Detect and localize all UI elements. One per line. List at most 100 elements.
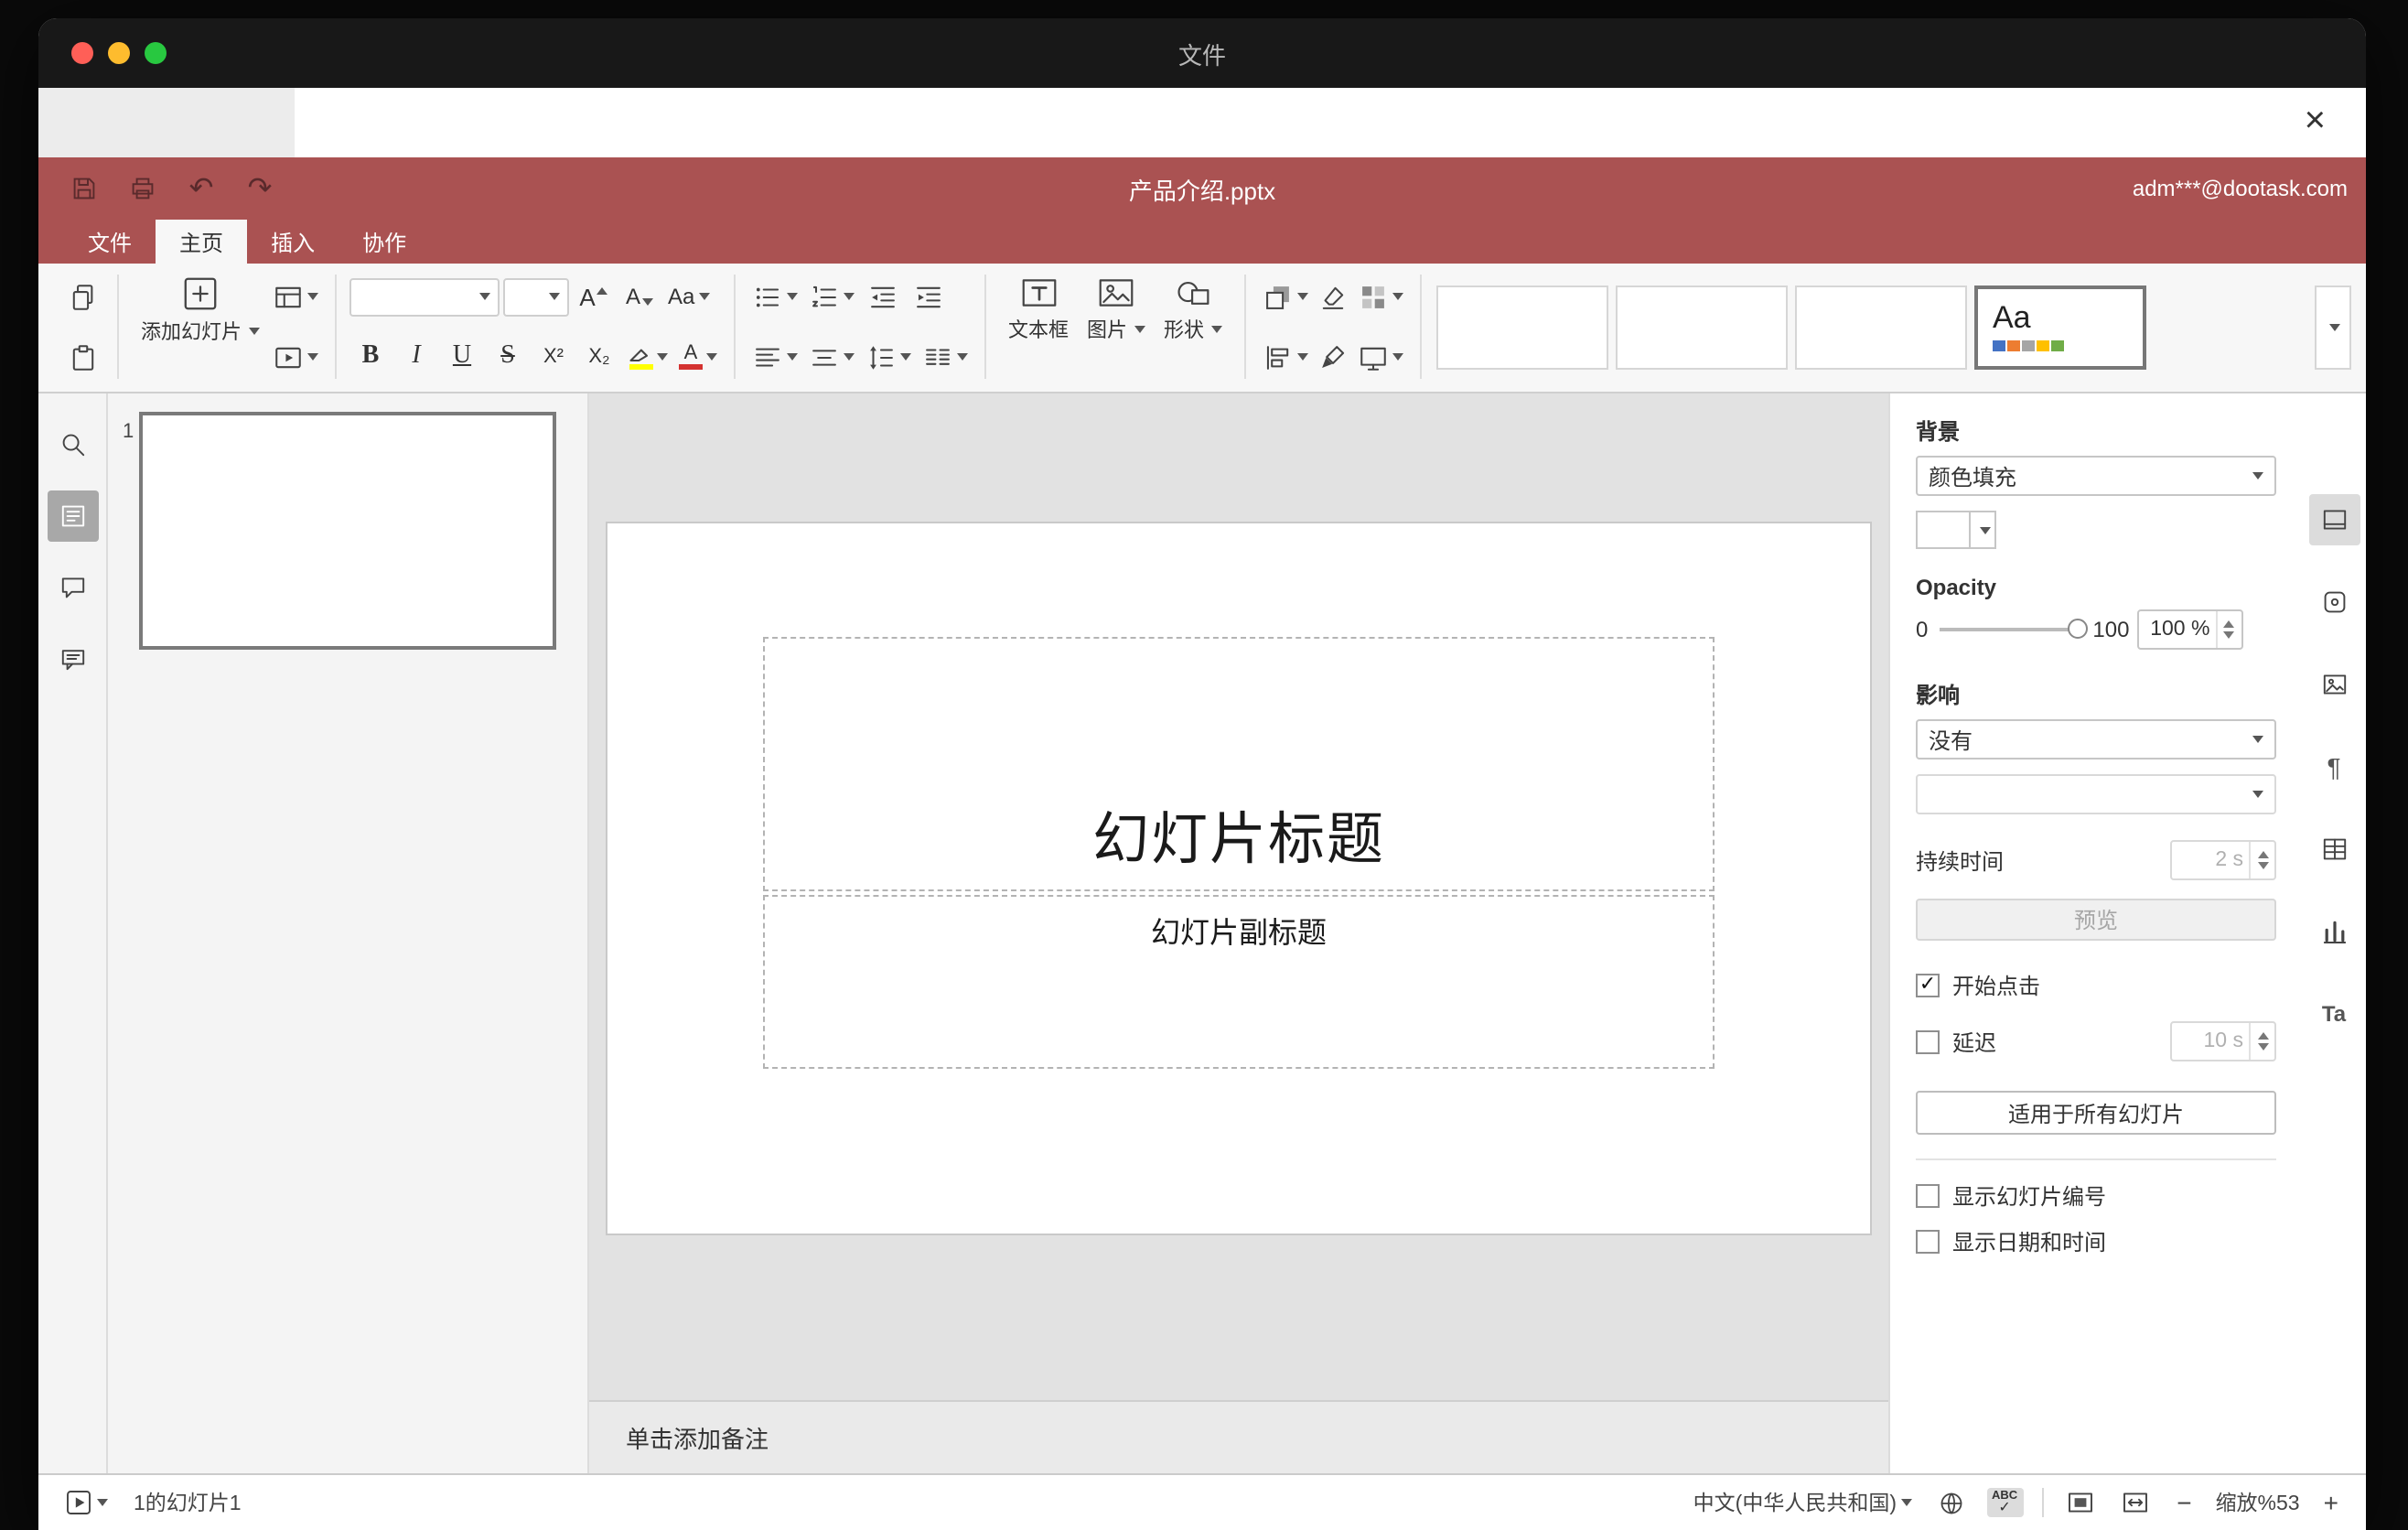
textart-settings-button[interactable]: Ta <box>2308 988 2360 1040</box>
subscript-button[interactable]: X₂ <box>578 334 620 380</box>
theme-thumbnail-selected[interactable]: Aa <box>1974 285 2146 369</box>
slide-layout-button[interactable] <box>269 274 322 319</box>
fit-width-button[interactable] <box>2116 1486 2153 1519</box>
theme-thumbnail[interactable] <box>1436 285 1608 369</box>
spinner-arrows[interactable] <box>2215 611 2241 648</box>
clear-style-button[interactable] <box>1312 274 1354 319</box>
undo-button[interactable]: ↶ <box>185 168 218 209</box>
ribbon-tabs: 文件 主页 插入 协作 <box>38 220 2366 264</box>
vertical-align-button[interactable] <box>805 334 858 380</box>
effect-type-select[interactable] <box>1916 774 2276 814</box>
print-button[interactable] <box>126 168 159 209</box>
background-fill-select[interactable]: 颜色填充 <box>1916 456 2276 496</box>
save-icon <box>73 178 95 199</box>
show-date-checkbox[interactable] <box>1916 1230 1940 1254</box>
table-settings-button[interactable] <box>2308 824 2360 875</box>
show-slide-number-checkbox[interactable] <box>1916 1184 1940 1208</box>
color-scheme-button[interactable] <box>1354 274 1407 319</box>
superscript-button[interactable]: X² <box>532 334 575 380</box>
font-size-combo[interactable] <box>503 277 569 316</box>
theme-thumbnail[interactable] <box>1616 285 1788 369</box>
slides-panel-button[interactable] <box>47 490 98 542</box>
paragraph-settings-button[interactable]: ¶ <box>2308 741 2360 792</box>
font-name-combo[interactable] <box>349 277 500 316</box>
save-button[interactable] <box>68 168 101 209</box>
columns-button[interactable] <box>919 334 972 380</box>
comments-panel-button[interactable] <box>47 562 98 613</box>
tab-collaboration[interactable]: 协作 <box>339 220 430 264</box>
redo-button[interactable]: ↷ <box>243 168 276 209</box>
paste-button[interactable] <box>62 334 104 380</box>
change-case-button[interactable]: Aa <box>664 274 713 319</box>
italic-button[interactable]: I <box>395 334 437 380</box>
horizontal-align-button[interactable] <box>748 334 801 380</box>
decrease-indent-button[interactable] <box>862 274 904 319</box>
spinner-arrows[interactable] <box>2249 842 2274 878</box>
insert-shape-button[interactable]: 形状 <box>1155 269 1231 384</box>
close-icon[interactable]: × <box>2297 95 2333 146</box>
increase-font-button[interactable]: A <box>573 274 615 319</box>
zoom-in-button[interactable]: + <box>2318 1488 2344 1517</box>
tab-file[interactable]: 文件 <box>64 220 156 264</box>
underline-button[interactable]: U <box>441 334 483 380</box>
start-on-click-checkbox[interactable]: ✓ <box>1916 974 1940 997</box>
opacity-slider-knob[interactable] <box>2067 619 2088 639</box>
notes-area[interactable]: 单击添加备注 <box>589 1400 1888 1473</box>
image-settings-button[interactable] <box>2308 659 2360 710</box>
menu-button[interactable] <box>2329 238 2337 245</box>
zoom-window-button[interactable] <box>145 42 167 64</box>
set-language-button[interactable] <box>1933 1487 1968 1518</box>
copy-style-button[interactable] <box>1312 334 1354 380</box>
slide-size-button[interactable] <box>1354 334 1407 380</box>
increase-indent-button[interactable] <box>908 274 950 319</box>
bold-button[interactable]: B <box>349 334 392 380</box>
zoom-out-button[interactable]: − <box>2171 1488 2197 1517</box>
decrease-font-button[interactable]: A <box>618 274 661 319</box>
highlight-color-button[interactable] <box>624 334 672 380</box>
theme-thumbnail[interactable] <box>1795 285 1967 369</box>
strikeout-button[interactable]: S <box>487 334 529 380</box>
slide-surface[interactable]: 幻灯片标题 幻灯片副标题 <box>607 523 1870 1234</box>
spinner-arrows[interactable] <box>2249 1023 2274 1060</box>
subtitle-placeholder[interactable]: 幻灯片副标题 <box>763 895 1715 1069</box>
copy-button[interactable] <box>62 274 104 319</box>
arrange-shape-button[interactable] <box>1259 274 1312 319</box>
spellcheck-button[interactable]: ABC ✓ <box>1986 1487 2024 1518</box>
fill-color-select[interactable] <box>1916 511 1996 549</box>
start-slideshow-button[interactable] <box>269 334 322 380</box>
apply-to-all-slides-button[interactable]: 适用于所有幻灯片 <box>1916 1091 2276 1135</box>
font-color-button[interactable]: A <box>675 334 721 380</box>
preview-button[interactable]: 预览 <box>1916 899 2276 941</box>
duration-spinbox[interactable]: 2 s <box>2170 840 2276 880</box>
line-spacing-button[interactable] <box>862 334 915 380</box>
increase-indent-icon <box>917 286 941 307</box>
language-selector[interactable]: 中文(中华人民共和国) <box>1690 1486 1915 1519</box>
start-slideshow-status-button[interactable] <box>60 1486 112 1519</box>
add-slide-button[interactable]: 添加幻灯片 <box>132 269 269 384</box>
shape-settings-button[interactable] <box>2308 576 2360 628</box>
slide-canvas[interactable]: 幻灯片标题 幻灯片副标题 <box>589 393 1888 1400</box>
bullets-button[interactable] <box>748 274 801 319</box>
theme-gallery-expand-button[interactable] <box>2315 285 2351 369</box>
effect-select[interactable]: 没有 <box>1916 719 2276 760</box>
delay-spinbox[interactable]: 10 s <box>2170 1021 2276 1061</box>
slide-settings-button[interactable] <box>2308 494 2360 545</box>
chart-settings-button[interactable] <box>2308 906 2360 957</box>
insert-image-button[interactable]: 图片 <box>1078 269 1155 384</box>
numbering-button[interactable] <box>805 274 858 319</box>
zoom-level: 缩放%53 <box>2215 1493 2300 1515</box>
minimize-window-button[interactable] <box>108 42 130 64</box>
search-panel-button[interactable] <box>47 419 98 470</box>
tab-home[interactable]: 主页 <box>156 220 248 264</box>
opacity-slider[interactable] <box>1939 619 2088 639</box>
slide-thumbnail-1[interactable] <box>139 412 556 650</box>
align-shape-button[interactable] <box>1259 334 1312 380</box>
chat-panel-button[interactable] <box>47 633 98 684</box>
fit-slide-button[interactable] <box>2061 1486 2098 1519</box>
close-window-button[interactable] <box>71 42 93 64</box>
opacity-spinbox[interactable]: 100 % <box>2136 609 2243 650</box>
delay-checkbox[interactable] <box>1916 1029 1940 1053</box>
insert-textbox-button[interactable]: 文本框 <box>999 269 1078 384</box>
title-placeholder[interactable]: 幻灯片标题 <box>763 637 1715 891</box>
tab-insert[interactable]: 插入 <box>247 220 339 264</box>
